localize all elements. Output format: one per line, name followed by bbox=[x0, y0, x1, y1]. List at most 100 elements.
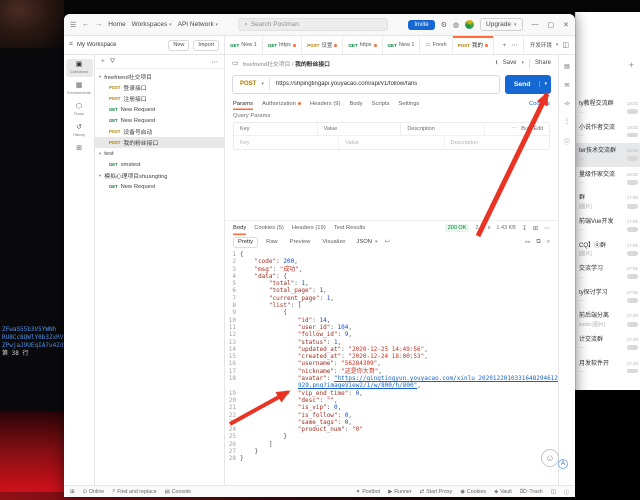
statusbar-vault[interactable]: ◈Vault bbox=[494, 489, 512, 495]
add-tab-button[interactable]: + bbox=[503, 42, 507, 49]
statusbar-runner[interactable]: ▶Runner bbox=[388, 489, 411, 495]
url-input[interactable]: https://shpingtingapi.youyacao.com/api/v… bbox=[270, 81, 423, 87]
chat-list-item[interactable]: 月发软件开17:46… bbox=[576, 356, 640, 380]
response-tab-body[interactable]: Body bbox=[233, 221, 246, 235]
code-snippet-icon[interactable]: </> bbox=[564, 101, 569, 106]
view-visualize[interactable]: Visualize bbox=[318, 238, 349, 247]
rail-collections[interactable]: ▣Collections bbox=[66, 59, 93, 77]
chat-list-item[interactable]: 量级作家交流18:02… bbox=[576, 167, 640, 191]
nav-workspaces[interactable]: Workspaces ▾ bbox=[132, 21, 172, 28]
chat-list-item[interactable]: CQ】④群17:56[图片] bbox=[576, 238, 640, 262]
bulk-edit-button[interactable]: ⋯Bulk Edit bbox=[485, 123, 549, 135]
chat-list-item[interactable]: ter技术交流群18:02… bbox=[576, 143, 640, 167]
breadcrumb[interactable]: freefriend社交项目 / 我的粉丝接口 bbox=[243, 59, 330, 68]
description-input[interactable]: Description bbox=[445, 136, 549, 149]
doc-tab-https[interactable]: GEThttps bbox=[343, 36, 382, 54]
expand-icon[interactable]: ⊞ bbox=[533, 225, 538, 232]
response-tab-cookies (5)[interactable]: Cookies (5) bbox=[254, 221, 284, 235]
send-dropdown-icon[interactable]: ▾ bbox=[539, 81, 551, 87]
collection-request[interactable]: POST设备号启动 bbox=[95, 126, 224, 137]
new-button[interactable]: New bbox=[168, 40, 189, 51]
response-tab-headers (19)[interactable]: Headers (19) bbox=[292, 221, 326, 235]
workspace-name[interactable]: My Workspace bbox=[77, 42, 164, 48]
doc-tab-https[interactable]: GEThttps bbox=[263, 36, 302, 54]
notifications-bell-icon[interactable]: ◍ bbox=[453, 21, 459, 29]
environment-selector[interactable]: 开发环境 ▾ ◫ bbox=[523, 36, 575, 54]
minimize-button[interactable]: — bbox=[532, 21, 539, 28]
chat-list-item[interactable]: 群17:58[图片] bbox=[576, 190, 640, 214]
chat-list-item[interactable]: 前端Vue开发17:56… bbox=[576, 214, 640, 238]
collection-request[interactable]: GETsmstest bbox=[95, 159, 224, 170]
chat-list-item[interactable]: ty探讨学习17:55… bbox=[576, 285, 640, 309]
collection-group[interactable]: ▾模拟心理项目shuangting bbox=[95, 170, 224, 181]
tab-options-icon[interactable]: ⋯ bbox=[511, 41, 518, 49]
settings-gear-icon[interactable]: ⚙ bbox=[441, 21, 447, 29]
collection-request[interactable]: GETNew Request bbox=[95, 181, 224, 192]
collections-more-icon[interactable]: ⋯ bbox=[212, 58, 219, 66]
chat-list-item[interactable]: 交流学习17:56… bbox=[576, 261, 640, 285]
method-dropdown-icon[interactable]: ▾ bbox=[261, 81, 264, 87]
request-tab-params[interactable]: Params bbox=[233, 97, 253, 110]
value-input[interactable]: Value bbox=[339, 136, 444, 149]
collection-request[interactable]: GETNew Request bbox=[95, 104, 224, 115]
send-button[interactable]: Send ▾ bbox=[505, 75, 551, 94]
collection-request[interactable]: GETNew Request bbox=[95, 115, 224, 126]
nav-home[interactable]: Home bbox=[108, 21, 125, 28]
menu-icon[interactable]: ☰ bbox=[70, 21, 76, 29]
request-tab-scripts[interactable]: Scripts bbox=[372, 97, 390, 110]
format-selector[interactable]: JSON▾ bbox=[356, 239, 377, 245]
collection-request[interactable]: POST登录接口 bbox=[95, 82, 224, 93]
wrap-lines-icon[interactable]: ⮠ bbox=[384, 238, 389, 246]
statusbar-proxy[interactable]: ⇄Start Proxy bbox=[420, 489, 453, 495]
rail-flows[interactable]: ⬡Flows bbox=[66, 101, 93, 119]
statusbar-online[interactable]: ⊙Online bbox=[82, 488, 104, 495]
doc-tab-Fresh[interactable]: ▭Fresh bbox=[420, 36, 452, 54]
comments-icon[interactable]: ✉ bbox=[564, 82, 569, 89]
forward-icon[interactable]: → bbox=[95, 21, 102, 28]
request-tab-headers (9)[interactable]: Headers (9) bbox=[310, 97, 341, 110]
statusbar-console[interactable]: ▤Console bbox=[165, 488, 191, 495]
collection-request[interactable]: POST我的粉丝接口 bbox=[95, 137, 224, 148]
cookies-link[interactable]: Cookies bbox=[529, 101, 550, 107]
new-collection-icon[interactable]: + bbox=[101, 58, 105, 65]
copy-icon[interactable]: ⧉ bbox=[536, 239, 540, 246]
back-icon[interactable]: ← bbox=[82, 21, 89, 28]
link-icon[interactable]: ⚯ bbox=[525, 239, 530, 246]
doc-tab-New 1[interactable]: GETNew 1 bbox=[225, 36, 263, 54]
global-search-input[interactable]: ⌕ Search Postman bbox=[238, 18, 388, 31]
filter-icon[interactable]: ⛛ bbox=[110, 58, 115, 66]
view-pretty[interactable]: Pretty bbox=[233, 237, 258, 248]
info-icon[interactable]: ⓘ bbox=[564, 137, 570, 146]
floating-chat-avatar[interactable]: ☺ bbox=[541, 449, 559, 467]
upgrade-button[interactable]: Upgrade▾ bbox=[480, 18, 522, 31]
save-response-icon[interactable]: ↧ bbox=[522, 225, 527, 232]
save-button[interactable]: Save bbox=[503, 60, 517, 66]
invite-button[interactable]: Invite bbox=[408, 20, 434, 30]
user-avatar[interactable] bbox=[465, 20, 474, 29]
response-more-icon[interactable]: ⋯ bbox=[544, 225, 550, 232]
nav-api-network[interactable]: API Network ▾ bbox=[178, 21, 218, 28]
environment-quicklook-icon[interactable]: ◫ bbox=[562, 41, 569, 49]
chat-add-icon[interactable]: + bbox=[629, 60, 634, 70]
panel-toggle-icon[interactable]: ◫ bbox=[551, 489, 556, 495]
doc-tab-我的[interactable]: POST我的 bbox=[453, 36, 494, 54]
doc-tab-New 1[interactable]: GETNew 1 bbox=[383, 36, 421, 54]
response-body-json[interactable]: 1{2 "code": 200,3 "msg": "成功",4 "data": … bbox=[225, 249, 558, 485]
statusbar-search[interactable]: ⌕Find and replace bbox=[112, 488, 156, 495]
collection-group[interactable]: ▾freefriend社交项目 bbox=[95, 71, 224, 82]
method-selector[interactable]: POST bbox=[233, 81, 261, 87]
response-tab-test results[interactable]: Test Results bbox=[334, 221, 366, 235]
sidebar-toggle-icon[interactable]: ⊞ bbox=[70, 489, 74, 495]
maximize-button[interactable]: ▢ bbox=[548, 21, 555, 29]
chat-list-item[interactable]: 前后端分离17:49esolo:[图片] bbox=[576, 308, 640, 332]
documentation-icon[interactable]: ▤ bbox=[564, 63, 570, 70]
doc-tab-设置[interactable]: POST设置 bbox=[302, 36, 343, 54]
chat-list-item[interactable]: ty教程交流群18:03… bbox=[576, 96, 640, 120]
rail-history[interactable]: ↺History bbox=[66, 122, 93, 140]
share-button[interactable]: Share bbox=[535, 60, 551, 66]
statusbar-postbot[interactable]: ✦Postbot bbox=[356, 489, 380, 495]
search-response-icon[interactable]: ⌕ bbox=[547, 239, 550, 246]
collection-group[interactable]: ▾test bbox=[95, 148, 224, 159]
save-dropdown-icon[interactable]: ▾ bbox=[521, 60, 524, 66]
floating-a-badge[interactable]: A bbox=[558, 459, 568, 469]
